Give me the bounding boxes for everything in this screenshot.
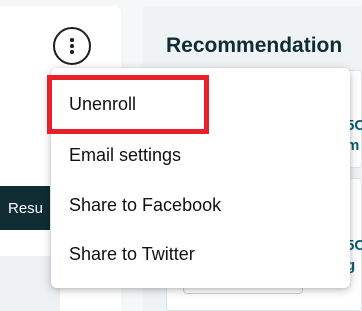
menu-item-email-settings[interactable]: Email settings [69, 145, 181, 166]
dot [70, 50, 74, 54]
resume-button[interactable]: Resu [0, 186, 50, 230]
menu-item-unenroll[interactable]: Unenroll [69, 94, 136, 115]
dot [70, 44, 74, 48]
menu-item-share-twitter[interactable]: Share to Twitter [69, 244, 195, 265]
recommendations-title: Recommendation [166, 34, 343, 57]
menu-item-share-facebook[interactable]: Share to Facebook [69, 195, 221, 216]
resume-button-label: Resu [8, 199, 44, 217]
more-options-icon[interactable] [53, 27, 91, 65]
dot [70, 38, 74, 42]
